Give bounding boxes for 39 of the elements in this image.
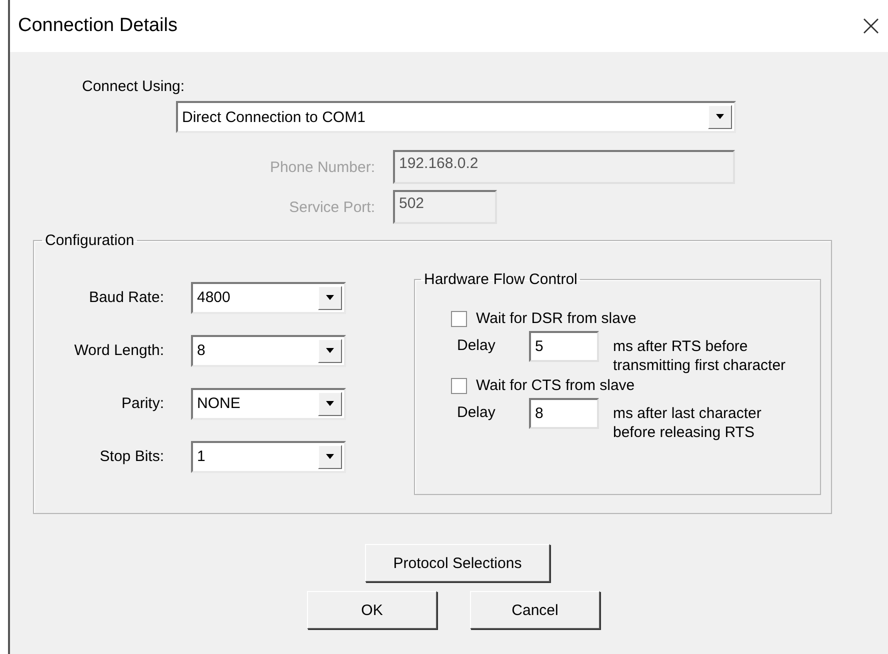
delay-label: Delay xyxy=(457,337,496,354)
connect-using-dropdown[interactable]: Direct Connection to COM1 xyxy=(176,101,736,133)
close-icon xyxy=(863,18,879,34)
checkbox-label: Wait for DSR from slave xyxy=(476,310,636,327)
field-label: Parity: xyxy=(120,395,164,412)
window-title: Connection Details xyxy=(18,15,178,37)
caret-icon xyxy=(325,294,335,300)
dropdown[interactable]: NONE xyxy=(191,388,346,420)
field-label: Word Length: xyxy=(73,342,164,359)
cancel-button[interactable]: Cancel xyxy=(470,591,600,629)
connect-using-label: Connect Using: xyxy=(82,78,186,95)
dropdown-button[interactable] xyxy=(318,444,342,468)
field-label: Phone Number: xyxy=(268,158,375,176)
field-label: Service Port: xyxy=(288,198,375,216)
delay-label: Delay xyxy=(457,404,496,421)
dropdown[interactable]: 4800 xyxy=(191,282,346,314)
caret-icon xyxy=(325,348,335,354)
delay-field[interactable]: 5 xyxy=(529,331,599,362)
field-label: Stop Bits: xyxy=(98,448,164,465)
caret-icon xyxy=(325,400,335,406)
group-title: Hardware Flow Control xyxy=(423,271,578,288)
dropdown-button[interactable] xyxy=(318,338,342,362)
delay-note: ms after RTS before transmitting first character xyxy=(613,337,786,375)
dropdown-button[interactable] xyxy=(708,105,732,129)
protocol-selections-button[interactable]: Protocol Selections xyxy=(365,544,550,582)
dropdown-button[interactable] xyxy=(318,286,342,310)
checkbox[interactable] xyxy=(451,378,467,394)
ok-button[interactable]: OK xyxy=(307,591,437,629)
delay-field[interactable]: 8 xyxy=(529,398,599,429)
field-label: Baud Rate: xyxy=(88,289,164,306)
checkbox-label: Wait for CTS from slave xyxy=(476,377,635,394)
caret-icon xyxy=(715,114,725,120)
group-title: Configuration xyxy=(44,232,136,249)
dropdown[interactable]: 8 xyxy=(191,334,346,366)
caret-icon xyxy=(325,454,335,460)
checkbox[interactable] xyxy=(451,310,467,326)
dropdown[interactable]: 1 xyxy=(191,440,346,472)
dropdown-button[interactable] xyxy=(318,392,342,416)
delay-note: ms after last character before releasing RTS xyxy=(613,404,762,442)
